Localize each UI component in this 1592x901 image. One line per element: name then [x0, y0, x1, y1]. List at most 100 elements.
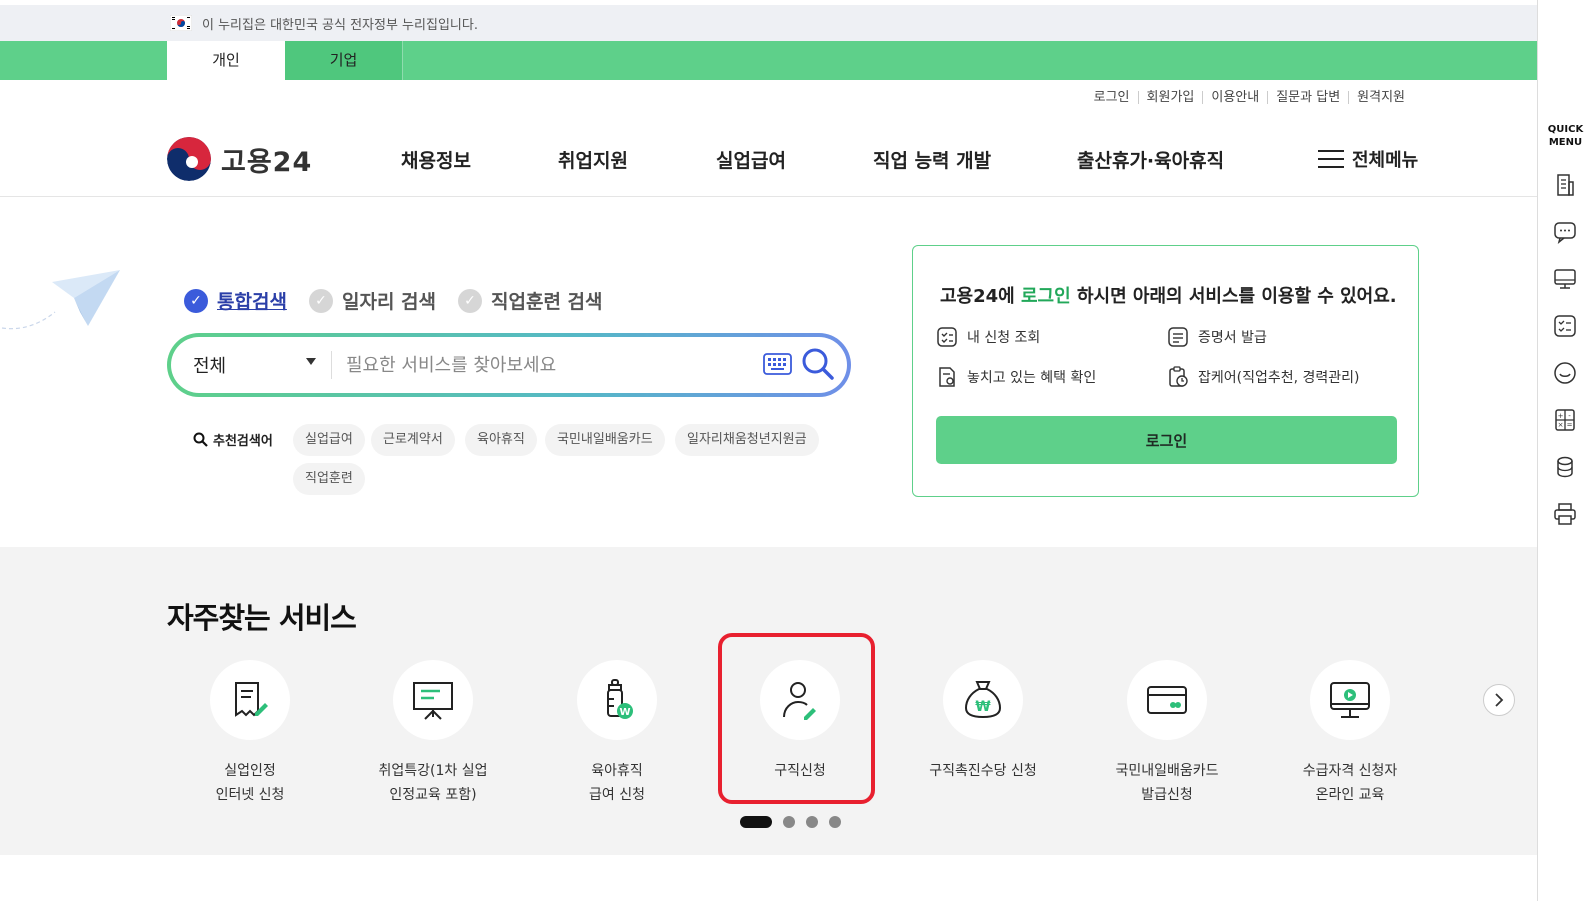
tab-company[interactable]: 기업 [285, 41, 403, 80]
login-service-my-applications[interactable]: 내 신청 조회 [936, 326, 1040, 348]
service-item-online-education[interactable]: 수급자격 신청자 온라인 교육 [1270, 660, 1430, 807]
login-title-highlight[interactable]: 로그인 [1021, 286, 1071, 307]
recommended-keyword[interactable]: 일자리채움청년지원금 [675, 424, 819, 456]
service-item-learning-card[interactable]: 국민내일배움카드 발급신청 [1087, 660, 1247, 807]
paper-plane-icon [1, 270, 120, 330]
chat-icon[interactable] [1552, 219, 1578, 245]
service-name: 수급자격 신청자 온라인 교육 [1302, 763, 1398, 803]
login-box: 고용24에 로그인 하시면 아래의 서비스를 이용할 수 있어요. 내 신청 조… [912, 245, 1419, 497]
search-scope-select[interactable]: 전체 [193, 352, 226, 378]
service-item-unemployment-recognition[interactable]: 실업인정 인터넷 신청 [170, 660, 330, 807]
taegeuk-logo-icon [167, 137, 211, 181]
nav-item-unemployment-benefit[interactable]: 실업급여 [716, 146, 786, 173]
service-name: 국민내일배움카드 발급신청 [1115, 763, 1219, 803]
certificate-icon [1168, 327, 1188, 347]
building-icon[interactable] [1552, 172, 1578, 198]
service-item-parental-leave-benefit[interactable]: W 육아휴직 급여 신청 [537, 660, 697, 807]
search-box: 전체 [167, 333, 851, 397]
service-icon-circle [210, 660, 290, 740]
tab-personal[interactable]: 개인 [167, 41, 285, 80]
search-icon [193, 432, 208, 447]
recommended-keyword[interactable]: 육아휴직 [465, 424, 537, 456]
search-type-integrated-label: 통합검색 [217, 291, 287, 313]
all-menu-button[interactable]: 전체메뉴 [1318, 146, 1418, 172]
nav-item-employment-support[interactable]: 취업지원 [558, 146, 628, 173]
util-link-remote[interactable]: 원격지원 [1348, 91, 1413, 104]
coin-icon[interactable] [1552, 454, 1578, 480]
money-bag-icon: ₩ [964, 681, 1002, 719]
document-search-icon [939, 367, 955, 387]
util-link-signup[interactable]: 회원가입 [1137, 91, 1203, 104]
search-type-integrated[interactable]: ✓ 통합검색 [184, 287, 287, 314]
carousel-dot[interactable] [783, 816, 795, 828]
calculator-icon[interactable]: + -× = [1552, 407, 1578, 433]
monitor-icon[interactable] [1552, 266, 1578, 292]
login-service-certificate[interactable]: 증명서 발급 [1167, 326, 1267, 348]
search-icon[interactable] [801, 347, 835, 381]
search-type-training-label: 직업훈련 검색 [491, 291, 603, 313]
util-link-login[interactable]: 로그인 [1086, 91, 1138, 104]
smile-icon[interactable] [1552, 360, 1578, 386]
nav-item-jobs[interactable]: 채용정보 [401, 146, 471, 173]
recommended-label-text: 추천검색어 [213, 434, 273, 449]
clipboard-clock-icon [1169, 366, 1188, 387]
search-type-jobs[interactable]: ✓ 일자리 검색 [309, 287, 436, 314]
carousel-dot[interactable] [806, 816, 818, 828]
triangle-down-icon[interactable] [306, 358, 316, 365]
login-service-label: 증명서 발급 [1198, 330, 1267, 346]
utility-links: 로그인 회원가입 이용안내 질문과 답변 원격지원 [1086, 91, 1413, 104]
search-input[interactable] [346, 347, 746, 383]
korea-flag-icon [170, 15, 192, 31]
carousel-next-button[interactable] [1483, 684, 1515, 716]
header-divider [0, 196, 1537, 197]
service-name: 취업특강(1차 실업 인정교육 포함) [378, 763, 488, 803]
login-box-title: 고용24에 로그인 하시면 아래의 서비스를 이용할 수 있어요. [940, 282, 1397, 308]
service-item-employment-lecture[interactable]: 취업특강(1차 실업 인정교육 포함) [353, 660, 513, 807]
recommended-keyword[interactable]: 직업훈련 [293, 463, 365, 495]
printer-icon[interactable] [1552, 501, 1578, 527]
login-button[interactable]: 로그인 [936, 416, 1397, 464]
logo-text: 고용24 [221, 146, 313, 178]
carousel-dot[interactable] [829, 816, 841, 828]
keyboard-icon[interactable] [763, 353, 792, 375]
check-icon: ✓ [184, 288, 208, 313]
checklist-icon[interactable] [1552, 313, 1578, 339]
recommended-keyword[interactable]: 국민내일배움카드 [545, 424, 665, 456]
carousel-dot[interactable] [740, 816, 772, 828]
service-name: 실업인정 인터넷 신청 [215, 763, 285, 803]
service-icon-circle [1127, 660, 1207, 740]
gov-banner: 이 누리집은 대한민국 공식 전자정부 누리집입니다. [0, 5, 1537, 41]
recommended-keywords-label: 추천검색어 [193, 430, 273, 449]
all-menu-label: 전체메뉴 [1352, 150, 1419, 171]
document-pen-icon [235, 682, 268, 717]
svg-text:W: W [619, 707, 630, 718]
svg-text:×: × [1558, 421, 1564, 429]
search-divider [331, 351, 332, 379]
util-link-guide[interactable]: 이용안내 [1202, 91, 1267, 104]
service-item-job-seeking-allowance[interactable]: ₩ 구직촉진수당 신청 [903, 660, 1063, 783]
login-title-prefix: 고용24에 [940, 286, 1021, 307]
service-icon-circle [1310, 660, 1390, 740]
page: 이 누리집은 대한민국 공식 전자정부 누리집입니다. 개인 기업 로그인 회원… [0, 0, 1592, 901]
check-icon: ✓ [458, 288, 482, 313]
card-icon [1147, 686, 1187, 714]
baby-bottle-icon: W [607, 679, 633, 719]
service-name: 육아휴직 급여 신청 [589, 763, 645, 803]
util-link-qna[interactable]: 질문과 답변 [1267, 91, 1348, 104]
checklist-icon [937, 327, 957, 347]
login-service-label: 잡케어(직업추천, 경력관리) [1198, 370, 1360, 386]
recommended-keyword[interactable]: 실업급여 [293, 424, 365, 456]
frequent-services-section: 자주찾는 서비스 실업인정 인터넷 신청 취업특강(1차 실업 인정교육 포함)… [0, 547, 1537, 855]
user-type-tabbar: 개인 기업 [0, 41, 1537, 80]
login-service-benefits[interactable]: 놓치고 있는 혜택 확인 [936, 366, 1096, 388]
login-title-suffix: 하시면 아래의 서비스를 이용할 수 있어요. [1070, 286, 1397, 307]
recommended-keyword[interactable]: 근로계약서 [371, 424, 455, 456]
site-logo[interactable]: 고용24 [167, 137, 312, 181]
nav-item-parental-leave[interactable]: 출산휴가·육아휴직 [1077, 146, 1224, 173]
search-type-training[interactable]: ✓ 직업훈련 검색 [458, 287, 603, 314]
service-name: 구직촉진수당 신청 [929, 763, 1037, 779]
svg-text:₩: ₩ [975, 699, 991, 715]
carousel-pagination [740, 816, 841, 828]
nav-item-vocational-training[interactable]: 직업 능력 개발 [873, 146, 991, 173]
login-service-jobcare[interactable]: 잡케어(직업추천, 경력관리) [1167, 366, 1360, 388]
